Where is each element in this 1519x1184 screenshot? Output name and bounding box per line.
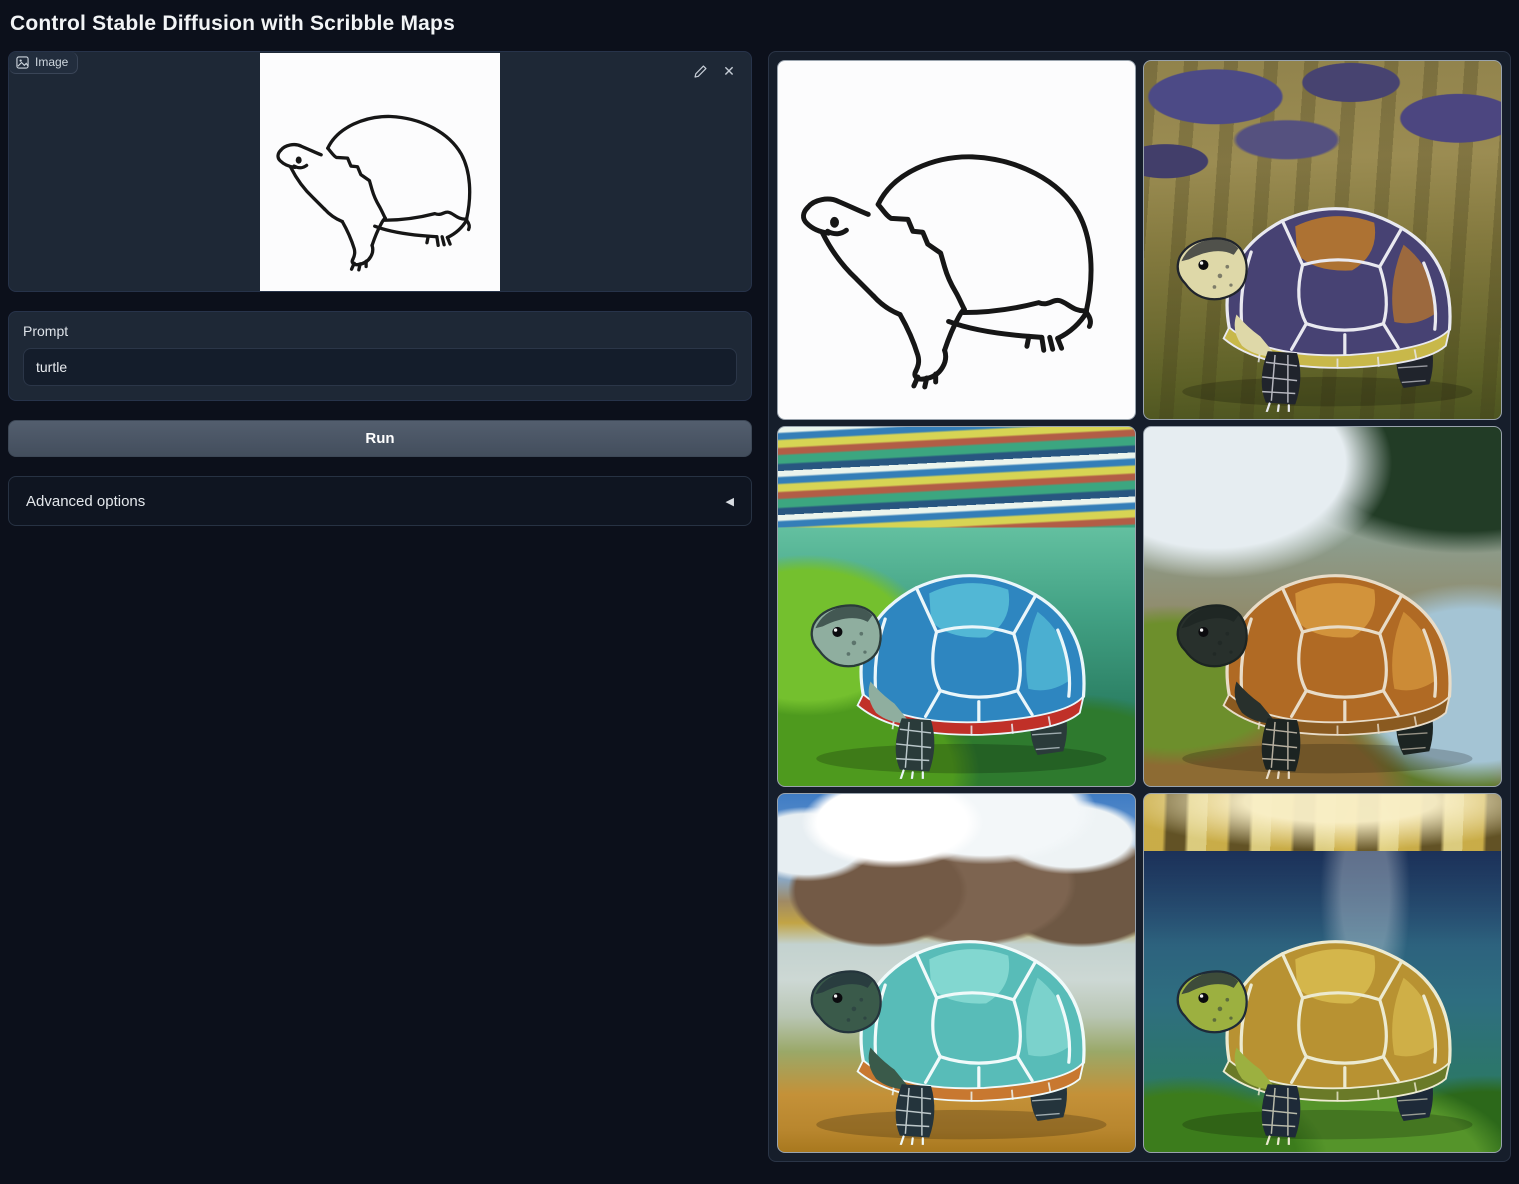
prompt-block: Prompt xyxy=(8,311,752,401)
clear-x-icon[interactable]: ✕ xyxy=(719,61,739,81)
gallery-item-result-3[interactable] xyxy=(1143,426,1502,786)
controls-column: Image ✕ Prompt Run Advanced options xyxy=(8,51,752,526)
image-label-text: Image xyxy=(35,55,68,69)
turtle-illustration xyxy=(1155,485,1491,779)
sketch-canvas[interactable] xyxy=(260,53,500,291)
edit-pencil-icon[interactable] xyxy=(690,61,710,81)
triangle-left-icon: ◀ xyxy=(726,495,734,508)
gallery-item-scribble[interactable] xyxy=(777,60,1136,420)
run-button[interactable]: Run xyxy=(8,420,752,457)
sketch-turtle-drawing xyxy=(778,61,1135,419)
main-columns: Image ✕ Prompt Run Advanced options xyxy=(8,51,1511,1162)
gallery-item-result-5[interactable] xyxy=(1143,793,1502,1153)
advanced-options-label: Advanced options xyxy=(26,493,145,510)
turtle-illustration xyxy=(1155,851,1491,1145)
prompt-input[interactable] xyxy=(23,348,737,386)
result-gallery xyxy=(768,51,1511,1162)
turtle-illustration xyxy=(789,485,1125,779)
image-icon xyxy=(16,56,29,69)
sketch-turtle-drawing xyxy=(260,53,500,291)
app-page: Control Stable Diffusion with Scribble M… xyxy=(0,0,1519,1172)
turtle-illustration xyxy=(789,851,1125,1145)
gallery-item-result-2[interactable] xyxy=(777,426,1136,786)
prompt-label: Prompt xyxy=(23,323,737,339)
turtle-illustration xyxy=(1155,118,1491,412)
page-title: Control Stable Diffusion with Scribble M… xyxy=(10,12,1511,36)
image-label-badge: Image xyxy=(9,52,78,74)
gallery-item-result-4[interactable] xyxy=(777,793,1136,1153)
input-image-block: Image ✕ xyxy=(8,51,752,292)
gallery-item-result-1[interactable] xyxy=(1143,60,1502,420)
results-column xyxy=(768,51,1511,1162)
advanced-options-accordion[interactable]: Advanced options ◀ xyxy=(8,476,752,526)
image-actions: ✕ xyxy=(690,61,739,81)
